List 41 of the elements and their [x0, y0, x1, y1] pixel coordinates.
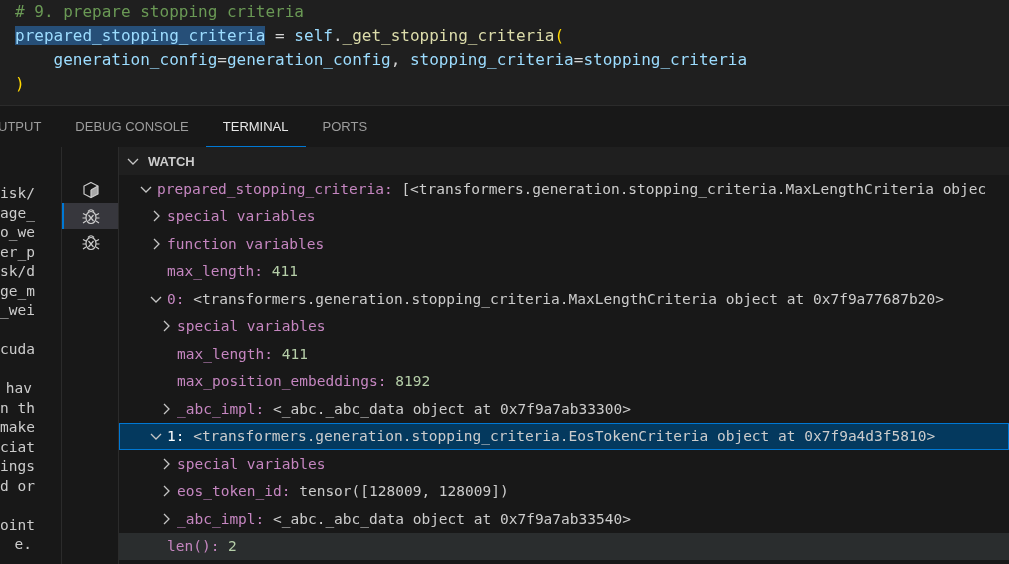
- code-line: prepared_stopping_criteria = self._get_stopping_criteria(: [15, 25, 565, 47]
- cube-icon[interactable]: [82, 181, 100, 199]
- terminal-line: isk/: [0, 184, 36, 203]
- terminal-line: d or: [0, 476, 36, 496]
- terminal-line: hav: [4, 379, 33, 398]
- watch-row[interactable]: max_length: 411: [119, 257, 1009, 285]
- panel-tab[interactable]: DEBUG CONSOLE: [58, 107, 206, 147]
- terminal-line: o_we: [0, 223, 36, 243]
- terminal-line: er_p: [0, 242, 36, 262]
- terminal-line: e.: [13, 535, 33, 554]
- section-title: WATCH: [148, 153, 195, 169]
- terminal-line: ings: [0, 457, 36, 476]
- terminal-line: ciat: [0, 437, 36, 457]
- terminal-line: age_: [0, 203, 36, 223]
- code-line: ): [15, 73, 25, 95]
- watch-row[interactable]: 1: <transformers.generation.stopping_criteria.EosTokenCriteria object at 0x7f9a4d3f5810>: [119, 422, 1009, 450]
- bug-icon[interactable]: [81, 206, 101, 226]
- terminal-line: n th: [0, 398, 36, 418]
- code-line: generation_config=generation_config, stopping_criteria=stopping_criteria: [52, 49, 748, 71]
- watch-row[interactable]: len(): 2: [119, 532, 1009, 560]
- watch-row[interactable]: eos_token_id: tensor([128009, 128009]): [119, 477, 1009, 505]
- terminal-list-item[interactable]: [62, 203, 118, 229]
- terminal-line: make: [0, 418, 36, 437]
- terminal-line: _wei: [0, 301, 36, 321]
- watch-row[interactable]: special variables: [119, 450, 1009, 478]
- bug-icon[interactable]: [81, 232, 101, 252]
- watch-row[interactable]: _abc_impl: <_abc._abc_data object at 0x7f9a7ab33300>: [119, 395, 1009, 423]
- watch-row[interactable]: function variables: [119, 230, 1009, 258]
- watch-row[interactable]: 0: <transformers.generation.stopping_criteria.MaxLengthCriteria object at 0x7f9a77687b20>: [119, 285, 1009, 313]
- watch-row[interactable]: special variables: [119, 202, 1009, 230]
- code-line: # 9. prepare stopping criteria: [15, 1, 304, 23]
- panel-tab[interactable]: PORTS: [305, 107, 385, 147]
- terminal-line: cuda: [0, 340, 36, 359]
- watch-row[interactable]: max_length: 411: [119, 340, 1009, 368]
- watch-row[interactable]: prepared_stopping_criteria: [<transformers.generation.stopping_criteria.MaxLengthCriteria objec: [119, 175, 1009, 203]
- terminal-line: oint: [0, 515, 36, 535]
- watch-row[interactable]: _abc_impl: <_abc._abc_data object at 0x7f9a7ab33540>: [119, 505, 1009, 533]
- watch-row[interactable]: special variables: [119, 312, 1009, 340]
- terminal-line: sk/d: [0, 262, 36, 281]
- watch-row[interactable]: max_position_embeddings: 8192: [119, 367, 1009, 395]
- terminal-line: ge_m: [0, 281, 36, 301]
